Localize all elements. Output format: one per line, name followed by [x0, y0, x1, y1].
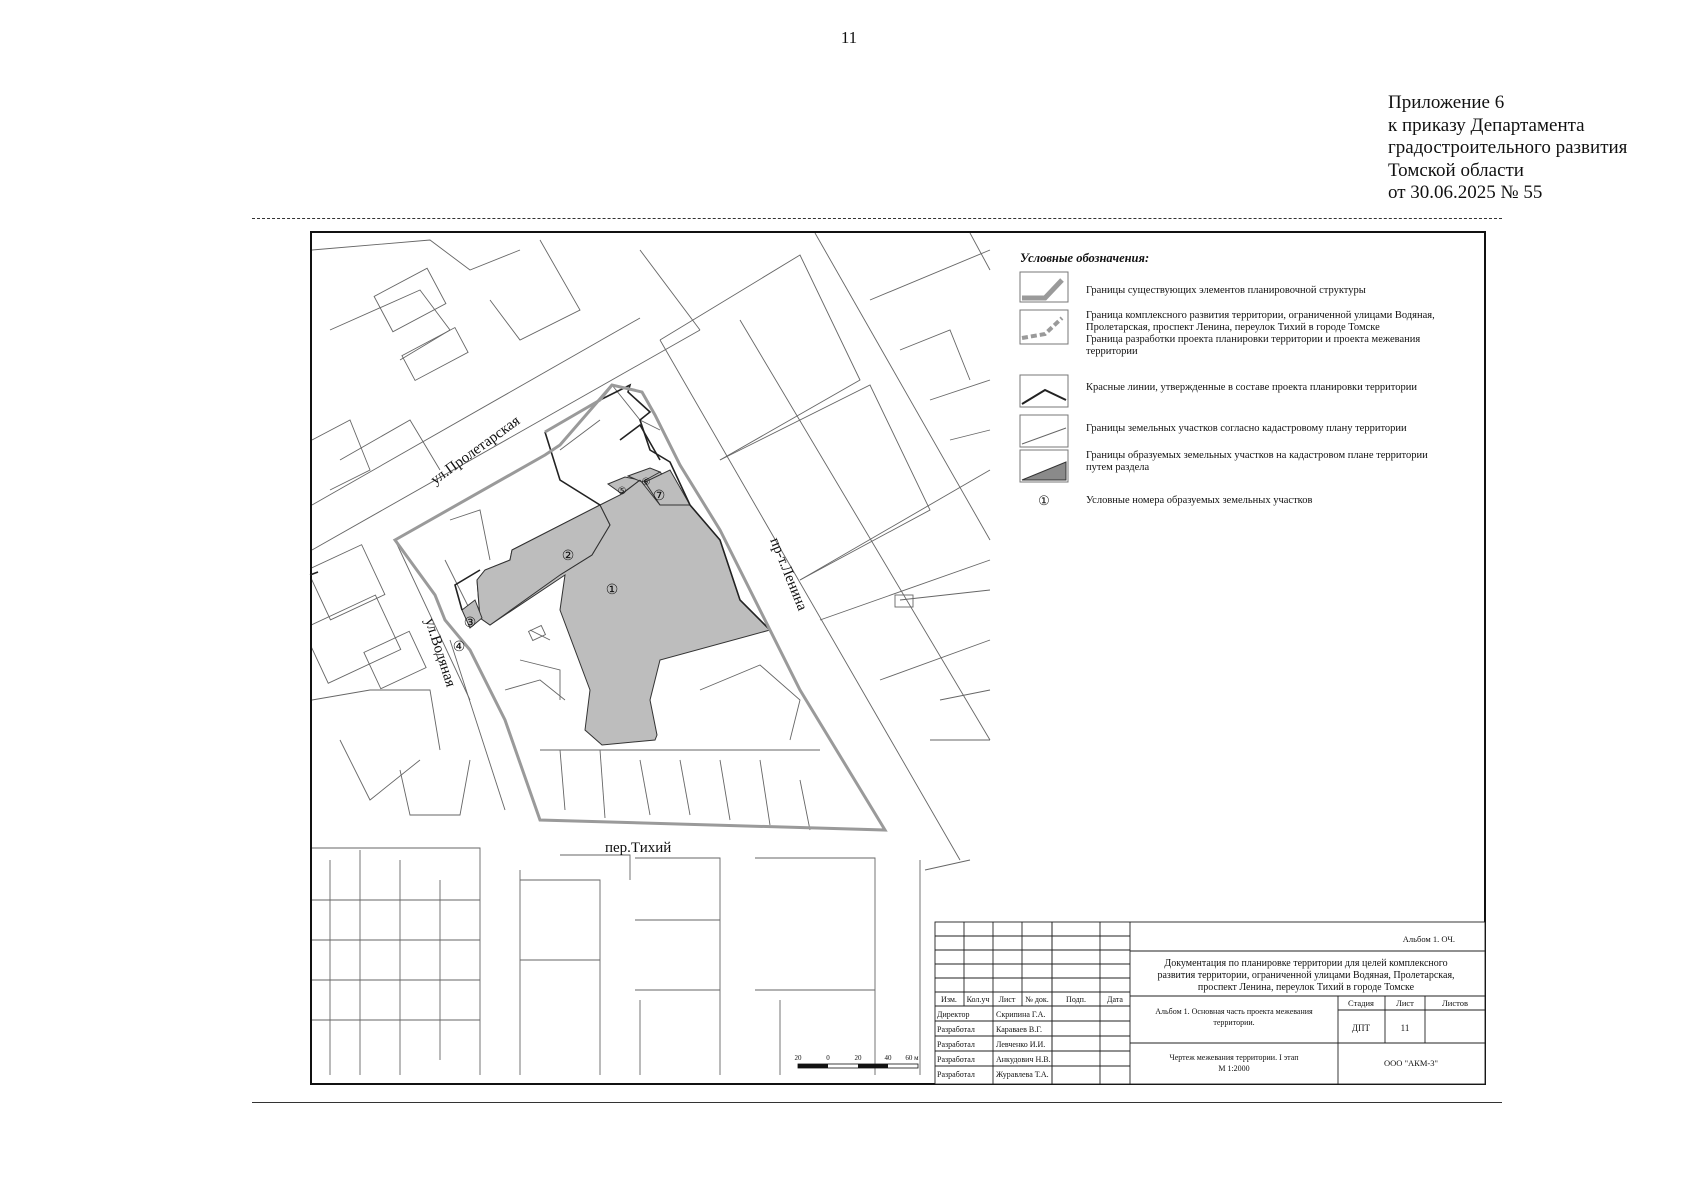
legend-item-text: Пролетарская, проспект Ленина, переулок … — [1086, 322, 1380, 333]
street-label-lenina: пр-т.Ленина — [766, 536, 810, 614]
album-label: Альбом 1. ОЧ. — [1403, 934, 1455, 944]
plot-number-3: ③ — [464, 616, 477, 631]
document-title-line: проспект Ленина, переулок Тихий в городе… — [1198, 982, 1415, 993]
scale-bar: 20 0 20 40 60 м — [795, 1054, 919, 1069]
staff-role: Разработал — [937, 1025, 975, 1034]
legend-swatch-development-boundary — [1019, 309, 1069, 345]
scale-label: 60 м — [905, 1054, 919, 1062]
document-title-line: Документация по планировке территории дл… — [1164, 958, 1447, 969]
legend-swatch-existing-boundary — [1019, 271, 1069, 303]
scale-label: 0 — [826, 1054, 830, 1062]
header-cell: Лист — [999, 995, 1016, 1004]
staff-name: Левченко И.И. — [996, 1040, 1045, 1049]
staff-role: Разработал — [937, 1055, 975, 1064]
document-title-line: развития территории, ограниченной улицам… — [1157, 970, 1454, 981]
section-line: Альбом 1. Основная часть проекта межеван… — [1155, 1007, 1313, 1016]
legend-item-text: Условные номера образуемых земельных уча… — [1086, 495, 1312, 506]
header-cell: Дата — [1107, 995, 1123, 1004]
header-cell: Подп. — [1066, 995, 1086, 1004]
section-line: территории. — [1213, 1018, 1254, 1027]
cadastral-map: ул.Пролетарская ул.Водяная пр-т.Ленина п… — [309, 231, 1486, 1085]
plot-1 — [476, 471, 771, 746]
drawing-line: Чертеж межевания территории. I этап — [1170, 1053, 1300, 1062]
scale-label: 40 — [885, 1054, 893, 1062]
legend-item-text: Границы образуемых земельных участков на… — [1086, 450, 1428, 461]
legend-item-text: территории — [1086, 346, 1138, 357]
plot-number-4: ④ — [453, 640, 466, 655]
legend-item-text: Граница комплексного развития территории… — [1086, 310, 1435, 321]
staff-role: Директор — [937, 1010, 969, 1019]
stage-header: Стадия — [1348, 998, 1374, 1008]
plot-number-6: ⑥ — [642, 477, 651, 488]
legend-item-text: Границы существующих элементов планирово… — [1086, 285, 1366, 296]
plot-number-5: ⑤ — [618, 486, 627, 497]
drawing-line: М 1:2000 — [1218, 1064, 1249, 1073]
plot-number-2: ② — [562, 549, 575, 564]
staff-name: Скрипина Г.А. — [996, 1010, 1045, 1019]
sheet-header: Лист — [1396, 998, 1414, 1008]
sheet-value: 11 — [1401, 1023, 1410, 1033]
formed-land-plots — [461, 467, 771, 746]
legend-item-text: Граница разработки проекта планировки те… — [1086, 334, 1420, 345]
scale-label: 20 — [855, 1054, 863, 1062]
staff-name: Караваев В.Г. — [996, 1025, 1042, 1034]
plot-number-1: ① — [606, 583, 619, 598]
scale-label: 20 — [795, 1054, 803, 1062]
stage-value: ДПТ — [1352, 1023, 1371, 1033]
staff-name: Журавлева Т.А. — [996, 1070, 1049, 1079]
street-label-tikhiy: пер.Тихий — [605, 840, 671, 856]
legend-item-text: путем раздела — [1086, 462, 1149, 473]
legend-swatch-red-lines — [1019, 374, 1069, 408]
company-name: ООО "АКМ-3" — [1384, 1058, 1438, 1068]
legend-swatch-cadastral-plots — [1019, 414, 1069, 448]
legend-swatch-formed-plots — [1019, 449, 1069, 483]
header-cell: Изм. — [941, 995, 957, 1004]
staff-role: Разработал — [937, 1040, 975, 1049]
staff-name: Анкудович Н.В. — [996, 1055, 1051, 1064]
sheets-header: Листов — [1442, 998, 1468, 1008]
staff-role: Разработал — [937, 1070, 975, 1079]
legend-item-text: Границы земельных участков согласно када… — [1086, 423, 1407, 434]
header-cell: № док. — [1025, 995, 1049, 1004]
plot-number-7: ⑦ — [653, 489, 666, 504]
header-cell: Кол.уч — [967, 995, 990, 1004]
legend-swatch-plot-number: ① — [1038, 493, 1050, 508]
legend: Условные обозначения: Границы существующ… — [1019, 251, 1435, 508]
legend-item-text: Красные линии, утвержденные в составе пр… — [1086, 382, 1417, 393]
legend-title: Условные обозначения: — [1020, 251, 1149, 265]
